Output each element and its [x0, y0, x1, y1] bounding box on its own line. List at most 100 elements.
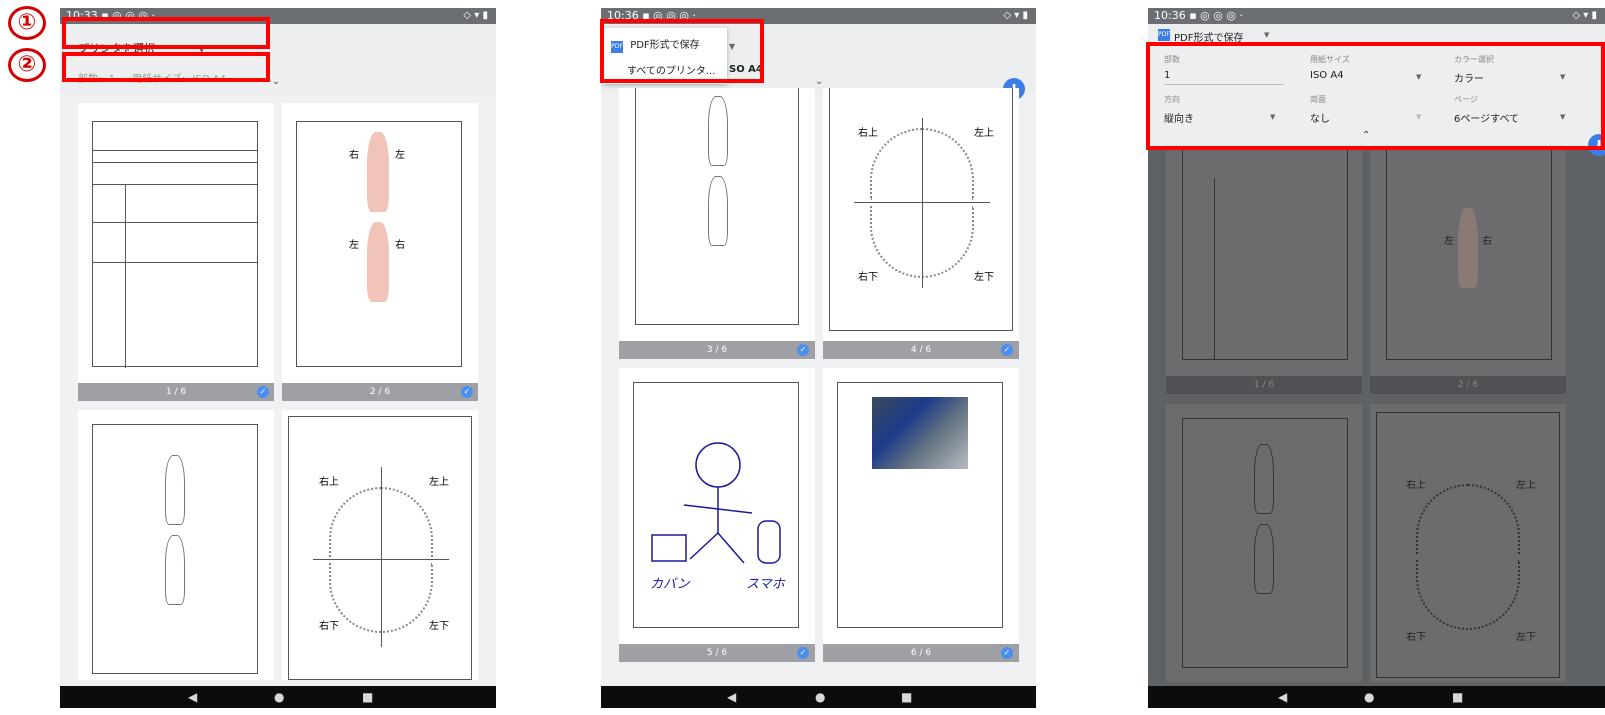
teeth-lower-right-label: 右下	[858, 272, 878, 283]
body-figure-back	[1458, 208, 1478, 288]
page-number: 5 / 6	[706, 648, 728, 658]
teeth-upper-right-label: 右上	[319, 477, 339, 488]
preview-page-2[interactable]: 右 左 左 右	[282, 103, 478, 383]
teeth-lower-left-label: 左下	[1516, 632, 1536, 643]
page-label-bar: 5 / 6	[619, 644, 815, 662]
child-figure-front	[708, 96, 728, 166]
page-label-bar: 4 / 6	[823, 341, 1019, 359]
body-chart-outline	[92, 424, 258, 674]
body-right-label: 右	[1482, 236, 1492, 247]
android-nav-bar: ◀ ● ■	[601, 686, 1036, 708]
child-figure-back	[708, 176, 728, 246]
android-nav-bar: ◀ ● ■	[60, 686, 496, 708]
nav-back-icon[interactable]: ◀	[1278, 690, 1287, 704]
body-left-label-back: 左	[349, 240, 359, 251]
pdf-icon: PDF	[1158, 29, 1170, 41]
annotation-marker-1: ①	[8, 6, 46, 40]
body-left-label: 左	[1444, 236, 1454, 247]
child-figure-back	[1254, 524, 1274, 594]
preview-page-2-dimmed: 左 右	[1370, 148, 1566, 376]
android-nav-bar: ◀ ● ■	[1148, 686, 1605, 708]
highlight-printer-select	[62, 17, 270, 49]
teeth-upper-left-label: 左上	[429, 477, 449, 488]
teeth-lower-left-label: 左下	[429, 621, 449, 632]
handwritten-drawing	[651, 442, 781, 564]
teeth-lower-right-label: 右下	[1406, 632, 1426, 643]
nav-back-icon[interactable]: ◀	[727, 690, 736, 704]
page-label-bar: 6 / 6	[823, 644, 1019, 662]
status-time: 10:36	[1154, 9, 1186, 22]
expand-settings-icon[interactable]: ⌄	[815, 76, 823, 87]
screen-print-preview-2: 10:36 ▪ ◎ ◎ ◎ · ◇ ▾ ▮ ▼ SO A4 ⌄ PDF PDF形…	[601, 8, 1036, 708]
page-selected-check-icon[interactable]: ✓	[797, 647, 809, 659]
teeth-lower-left-label: 左下	[974, 272, 994, 283]
status-right-icons: ◇ ▾ ▮	[1572, 10, 1597, 21]
page-number: 4 / 6	[910, 345, 932, 355]
page-label-bar: 2 / 6	[282, 383, 478, 401]
teeth-upper-right-label: 右上	[1406, 480, 1426, 491]
teeth-upper-left-label: 左上	[974, 128, 994, 139]
page-number: 1 / 6	[165, 387, 187, 397]
page-label-bar: 1 / 6	[78, 383, 274, 401]
preview-page-4[interactable]: 右上 左上 右下 左下	[823, 88, 1019, 341]
page-number: 2 / 6	[369, 387, 391, 397]
nav-home-icon[interactable]: ●	[274, 690, 284, 704]
dental-chart-outline: 右上 左上 右下 左下	[288, 416, 472, 680]
photo-page-outline	[837, 382, 1003, 628]
body-chart-outline: 右 左 左 右	[296, 121, 462, 367]
preview-page-1[interactable]	[78, 103, 274, 383]
dental-chart-outline: 右上 左上 右下 左下	[829, 88, 1013, 331]
preview-page-4-dimmed: 右上 左上 右下 左下	[1370, 404, 1566, 682]
teeth-lower-right-label: 右下	[319, 621, 339, 632]
body-right-label-back: 右	[395, 240, 405, 251]
preview-page-4[interactable]: 右上 左上 右下 左下	[282, 410, 478, 680]
child-figure-front	[1254, 444, 1274, 514]
annotation-marker-2: ②	[8, 48, 46, 82]
body-figure-back	[367, 222, 389, 302]
nav-home-icon[interactable]: ●	[1364, 690, 1374, 704]
status-notification-icons: ▪ ◎ ◎ ◎ ·	[1189, 9, 1243, 22]
photo-thumbnail	[872, 397, 968, 469]
nav-home-icon[interactable]: ●	[815, 690, 825, 704]
nav-recents-icon[interactable]: ■	[1452, 690, 1463, 704]
form-page-outline	[92, 121, 258, 368]
body-left-label: 左	[395, 150, 405, 161]
page-label-bar-dimmed: 2 / 6	[1370, 376, 1566, 394]
status-bar: 10:36 ▪ ◎ ◎ ◎ · ◇ ▾ ▮	[1148, 8, 1605, 24]
child-figure-front	[165, 455, 185, 525]
expand-settings-icon[interactable]: ⌄	[272, 76, 280, 87]
preview-page-5[interactable]: カバン スマホ	[619, 368, 815, 644]
preview-page-3[interactable]	[619, 88, 815, 341]
status-right-icons: ◇ ▾ ▮	[1003, 10, 1028, 21]
highlight-printer-dropdown	[600, 19, 764, 83]
page-label-bar: 3 / 6	[619, 341, 815, 359]
preview-page-1-dimmed	[1166, 148, 1362, 376]
page-label-bar-dimmed: 1 / 6	[1166, 376, 1362, 394]
page-number: 3 / 6	[706, 345, 728, 355]
page-number: 2 / 6	[1457, 380, 1479, 390]
page-number: 6 / 6	[910, 648, 932, 658]
nav-recents-icon[interactable]: ■	[901, 690, 912, 704]
preview-page-6[interactable]	[823, 368, 1019, 644]
page-selected-check-icon[interactable]: ✓	[1001, 344, 1013, 356]
nav-recents-icon[interactable]: ■	[362, 690, 373, 704]
handwriting-phone-label: スマホ	[746, 577, 785, 592]
highlight-settings-summary	[62, 52, 270, 82]
body-figure-front	[367, 132, 389, 212]
chevron-down-icon: ▼	[1264, 31, 1270, 39]
teeth-upper-right-label: 右上	[858, 128, 878, 139]
page-selected-check-icon[interactable]: ✓	[257, 386, 269, 398]
drawing-page-outline: カバン スマホ	[633, 382, 799, 628]
status-right-icons: ◇ ▾ ▮	[463, 10, 488, 21]
screen-print-preview-1: 10:33 ▪ ◎ ◎ ◎ · ◇ ▾ ▮ プリンタを選択 ▼ 部数: 1 用紙…	[60, 8, 496, 708]
handwriting-bag-label: カバン	[650, 577, 690, 592]
nav-back-icon[interactable]: ◀	[188, 690, 197, 704]
page-selected-check-icon[interactable]: ✓	[1001, 647, 1013, 659]
preview-page-3[interactable]	[78, 410, 274, 680]
preview-page-3-dimmed	[1166, 404, 1362, 682]
page-selected-check-icon[interactable]: ✓	[797, 344, 809, 356]
highlight-print-settings-panel	[1146, 42, 1605, 150]
page-selected-check-icon[interactable]: ✓	[461, 386, 473, 398]
page-number: 1 / 6	[1253, 380, 1275, 390]
body-right-label: 右	[349, 150, 359, 161]
